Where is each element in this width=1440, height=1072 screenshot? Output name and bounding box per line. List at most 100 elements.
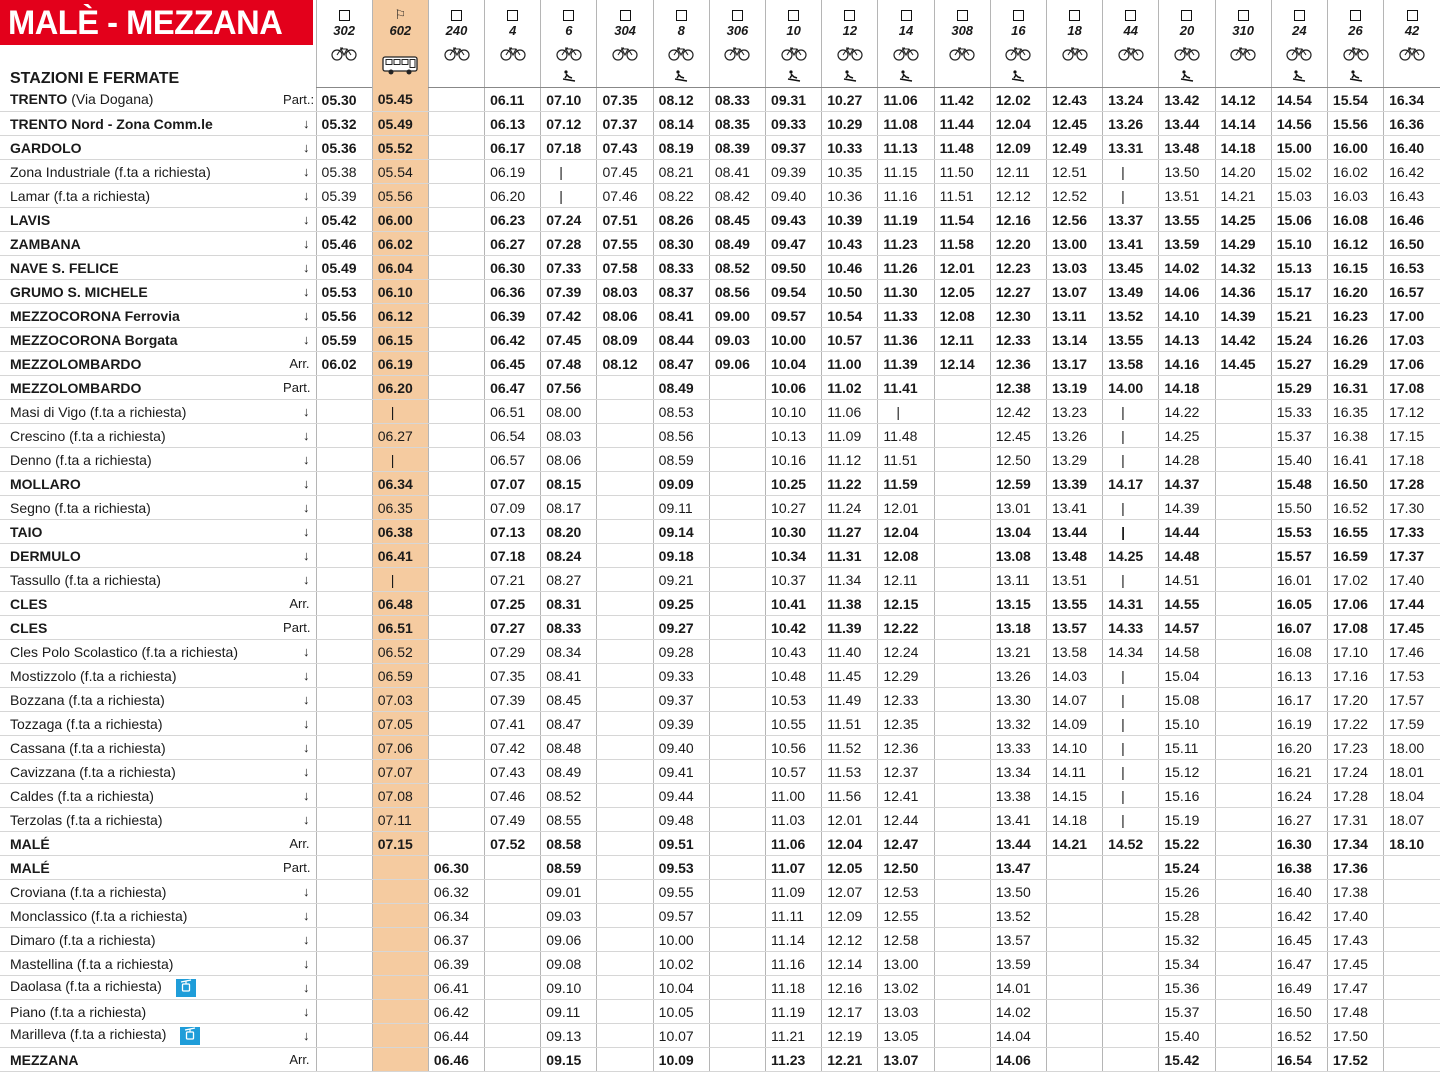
departure-time: 12.49 — [1051, 139, 1088, 156]
time-cell: 13.41 — [989, 807, 1047, 832]
time-cell: 07.12 — [540, 111, 597, 136]
departure-time: 06.52 — [377, 643, 413, 660]
departure-time: 10.29 — [827, 115, 863, 132]
time-cell — [1214, 735, 1272, 760]
time-cell: 12.14 — [821, 951, 878, 976]
time-cell: 09.08 — [540, 951, 597, 976]
departure-time: 12.04 — [995, 115, 1031, 132]
station-name-cell: Caldes (f.ta a richiesta) — [0, 783, 284, 808]
time-cell — [708, 759, 766, 784]
time-cell: 11.59 — [877, 471, 935, 496]
departure-time: 12.44 — [883, 811, 919, 828]
departure-time: 06.02 — [377, 235, 413, 252]
time-cell — [596, 975, 654, 1000]
time-cell: 06.17 — [484, 135, 541, 160]
departure-time: 09.39 — [771, 163, 807, 180]
departure-time: 14.01 — [995, 979, 1031, 996]
time-cell — [1383, 927, 1440, 952]
time-cell: 17.00 — [1383, 303, 1440, 328]
departure-time: 06.17 — [490, 139, 526, 156]
time-cell: 17.57 — [1383, 687, 1440, 712]
departure-time: 06.02 — [321, 355, 357, 372]
departure-time: 11.58 — [939, 235, 974, 252]
time-cell: 11.31 — [821, 543, 878, 568]
time-cell — [708, 423, 766, 448]
time-cell — [315, 711, 373, 736]
direction-cell: ↓ — [283, 471, 317, 496]
direction-marker: ↓ — [303, 884, 310, 899]
departure-time: 11.11 — [771, 907, 805, 924]
time-cell: 18.00 — [1383, 735, 1440, 760]
station-name-cell: Zona Industriale (f.ta a richiesta) — [0, 159, 284, 184]
departure-time: 11.07 — [771, 859, 806, 876]
time-cell — [708, 567, 766, 592]
cable-car-icon — [175, 978, 196, 997]
time-cell: 08.06 — [596, 303, 654, 328]
time-cell: 13.49 — [1102, 279, 1159, 304]
station-name: Bozzana (f.ta a richiesta) — [10, 691, 165, 708]
timetable-row: ZAMBANA ↓ 05.46 06.02 06.27 07.28 07.55 08.30 08… — [0, 231, 1440, 256]
time-cell: 12.33 — [877, 687, 935, 712]
time-cell: 07.35 — [484, 663, 541, 688]
time-cell — [1383, 855, 1440, 880]
time-cell — [1214, 615, 1272, 640]
direction-cell: ↓ — [283, 303, 317, 328]
departure-time: 13.51 — [1164, 187, 1200, 204]
time-cell: 07.18 — [484, 543, 541, 568]
time-cell — [596, 471, 654, 496]
departure-time: 06.30 — [433, 859, 469, 876]
time-cell — [708, 543, 766, 568]
time-cell: 10.53 — [765, 687, 822, 712]
departure-time: 06.13 — [490, 115, 526, 132]
station-name-cell: TAIO — [0, 519, 284, 544]
departure-time: 12.38 — [995, 379, 1031, 396]
time-cell — [484, 975, 541, 1000]
time-cell: 07.39 — [540, 279, 597, 304]
time-cell — [1214, 639, 1272, 664]
departure-time: 15.11 — [1164, 739, 1199, 756]
time-cell: 05.42 — [315, 207, 373, 232]
time-cell: 16.57 — [1383, 279, 1440, 304]
time-cell — [427, 399, 485, 424]
direction-cell: Part. — [283, 855, 317, 880]
time-cell: 15.32 — [1158, 927, 1216, 952]
time-cell: 17.45 — [1326, 951, 1384, 976]
time-cell — [1214, 543, 1272, 568]
station-name-cell: CLES — [0, 615, 284, 640]
time-cell: 13.26 — [989, 663, 1047, 688]
time-cell — [371, 1047, 429, 1072]
departure-time: 16.26 — [1332, 331, 1368, 348]
time-cell: 09.06 — [708, 351, 766, 376]
departure-time: 11.19 — [883, 211, 918, 228]
time-cell: 13.14 — [1045, 327, 1103, 352]
time-cell: 17.08 — [1326, 615, 1384, 640]
time-cell: 14.57 — [1158, 615, 1216, 640]
departure-time: | — [390, 451, 395, 468]
train-number: 44 — [1123, 22, 1138, 38]
time-cell: 16.49 — [1270, 975, 1328, 1000]
departure-time: 10.04 — [771, 355, 807, 372]
departure-time: 07.43 — [490, 763, 526, 780]
time-cell: 12.01 — [877, 495, 935, 520]
time-cell: 17.48 — [1326, 999, 1384, 1024]
departure-time: 07.42 — [490, 739, 526, 756]
departure-time: | — [1121, 451, 1125, 468]
time-cell: 07.42 — [540, 303, 597, 328]
time-cell: 14.56 — [1270, 111, 1328, 136]
departure-time: 10.39 — [827, 211, 863, 228]
departure-time: | — [1121, 187, 1125, 204]
time-cell: 17.46 — [1383, 639, 1440, 664]
time-cell — [1214, 999, 1272, 1024]
time-cell — [427, 255, 485, 280]
time-cell: 18.01 — [1383, 759, 1440, 784]
bike-cell — [1045, 45, 1103, 67]
departure-time: 05.42 — [321, 211, 357, 228]
departure-time: 14.57 — [1164, 619, 1200, 636]
departure-time: 05.30 — [321, 91, 357, 108]
time-cell: 09.53 — [652, 855, 710, 880]
direction-cell: ↓ — [283, 255, 317, 280]
time-cell: 16.50 — [1270, 999, 1328, 1024]
time-cell: 09.14 — [652, 519, 710, 544]
time-cell — [933, 1023, 991, 1048]
time-cell — [596, 855, 654, 880]
